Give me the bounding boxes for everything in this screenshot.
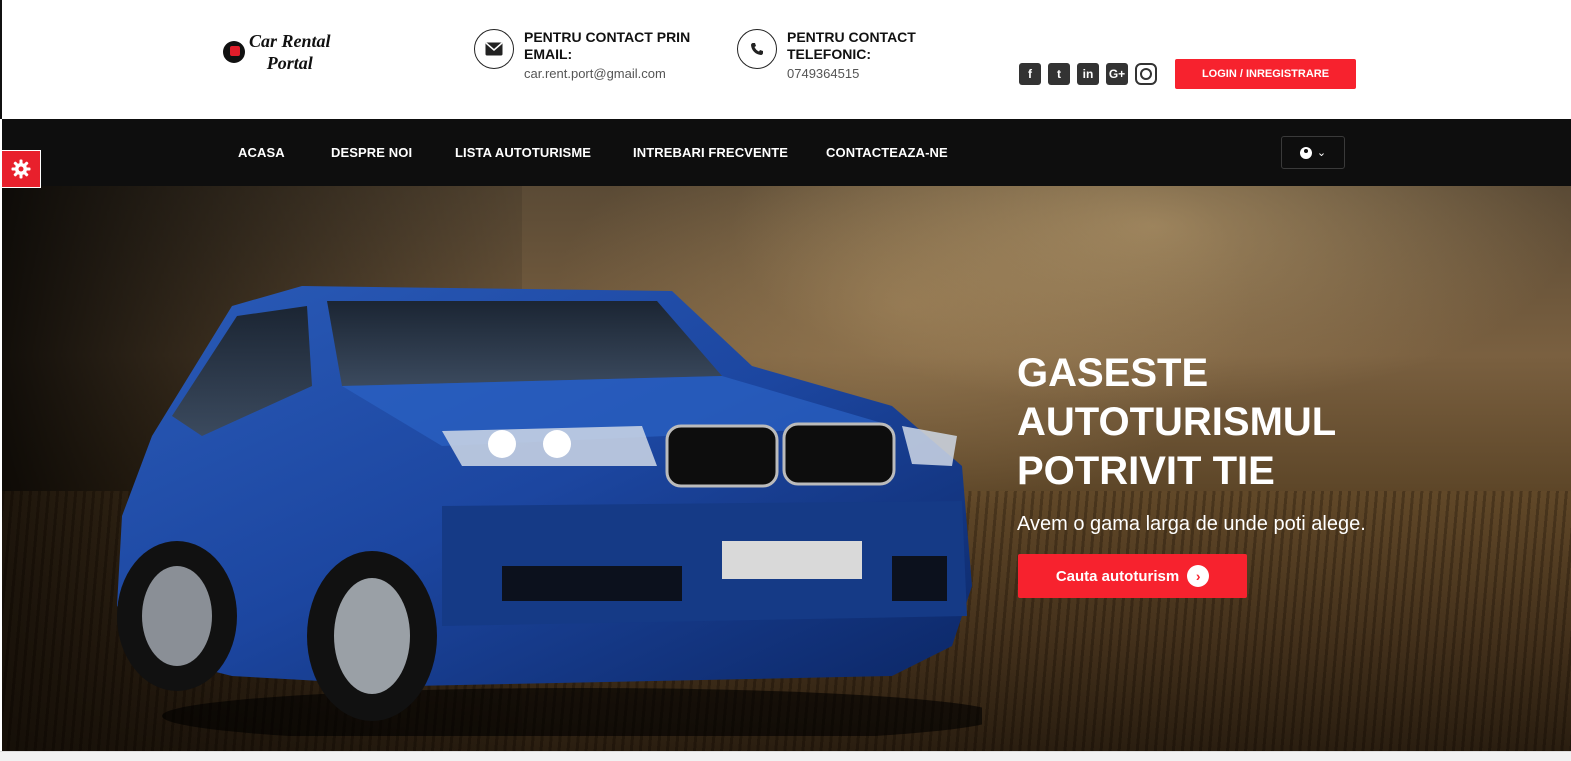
envelope-icon xyxy=(474,29,514,69)
contact-email-value[interactable]: car.rent.port@gmail.com xyxy=(524,66,714,81)
nav-item-intrebari-frecvente[interactable]: INTREBARI FRECVENTE xyxy=(633,145,788,160)
linkedin-icon[interactable]: in xyxy=(1077,63,1099,85)
site-header: Car Rental Portal PENTRU CONTACT PRIN EM… xyxy=(0,0,1571,119)
contact-email-title: PENTRU CONTACT PRIN EMAIL: xyxy=(524,29,691,62)
bottom-strip xyxy=(0,751,1571,761)
facebook-icon[interactable]: f xyxy=(1019,63,1041,85)
social-links: f t in G+ xyxy=(1019,63,1157,85)
hero-car-image xyxy=(117,286,982,736)
hero-title: GASESTE AUTOTURISMUL POTRIVIT TIE xyxy=(1017,351,1336,493)
hero-subtitle: Avem o gama larga de unde poti alege. xyxy=(1017,513,1366,535)
nav-item-lista-autoturisme[interactable]: LISTA AUTOTURISME xyxy=(455,145,591,160)
contact-phone-title: PENTRU CONTACT TELEFONIC: xyxy=(787,29,916,62)
user-circle-icon xyxy=(1299,146,1312,159)
chevron-right-icon: › xyxy=(1187,565,1210,587)
hero-banner: GASESTE AUTOTURISMUL POTRIVIT TIE Avem o… xyxy=(2,186,1571,751)
logo-icon xyxy=(223,41,245,63)
instagram-icon[interactable] xyxy=(1135,63,1157,85)
contact-phone: PENTRU CONTACT TELEFONIC: 0749364515 xyxy=(737,29,977,81)
user-dropdown[interactable]: ⌄ xyxy=(1281,136,1345,169)
logo-line-1: Car Rental xyxy=(249,31,331,51)
settings-gear-button[interactable] xyxy=(2,150,41,188)
logo-line-2: Portal xyxy=(266,53,313,73)
nav-item-despre-noi[interactable]: DESPRE NOI xyxy=(331,145,412,160)
gear-icon xyxy=(11,159,31,179)
search-car-button-label: Cauta autoturism xyxy=(1055,567,1180,585)
nav-item-contacteaza-ne[interactable]: CONTACTEAZA-NE xyxy=(826,145,948,160)
main-nav: ACASA DESPRE NOI LISTA AUTOTURISME INTRE… xyxy=(2,119,1571,186)
twitter-icon[interactable]: t xyxy=(1048,63,1070,85)
phone-icon xyxy=(737,29,777,69)
nav-item-acasa[interactable]: ACASA xyxy=(238,145,285,160)
chevron-down-icon: ⌄ xyxy=(1316,147,1327,159)
contact-phone-value[interactable]: 0749364515 xyxy=(787,66,977,81)
search-car-button[interactable]: Cauta autoturism › xyxy=(1018,554,1247,598)
google-plus-icon[interactable]: G+ xyxy=(1106,63,1128,85)
login-register-button[interactable]: LOGIN / INREGISTRARE xyxy=(1175,59,1356,89)
site-logo[interactable]: Car Rental Portal xyxy=(223,30,331,74)
logo-text: Car Rental Portal xyxy=(249,30,331,74)
contact-email: PENTRU CONTACT PRIN EMAIL: car.rent.port… xyxy=(474,29,714,81)
